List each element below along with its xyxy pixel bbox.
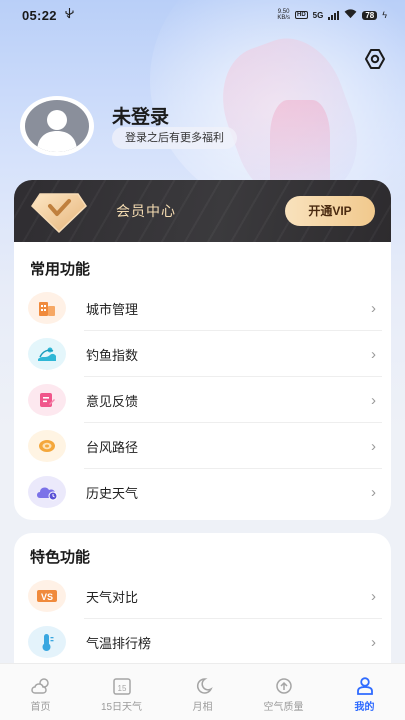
tab-label: 我的 [354,702,375,713]
moon-icon [192,676,214,696]
city-icon [28,292,66,324]
tab-label: 首页 [30,702,51,713]
chevron-right-icon: › [371,437,376,455]
tab-home[interactable]: 首页 [0,664,81,720]
status-time: 05:22 [22,7,57,23]
chevron-right-icon: › [371,587,376,605]
vip-title: 会员中心 [116,203,176,219]
hd-icon: HD [294,11,308,19]
battery-icon: 78 [362,10,378,20]
list-item-fishing-index[interactable]: 钓鱼指数 › [28,331,382,377]
charging-icon: ϟ [382,10,387,20]
typhoon-icon [28,430,66,462]
vip-banner[interactable]: 会员中心 开通VIP [14,180,391,246]
special-functions-card: 特色功能 VS 天气对比 › 气温排行榜 › [14,533,391,663]
tab-label: 空气质量 [263,702,304,713]
signal-icon [328,10,340,20]
net-speed: 9.50 KB/s [277,9,290,21]
usb-icon [65,8,74,22]
list-item-feedback[interactable]: 意见反馈 › [28,377,382,423]
chevron-right-icon: › [371,633,376,651]
open-vip-button[interactable]: 开通VIP [285,196,375,226]
wifi-icon [344,9,357,21]
chevron-right-icon: › [371,391,376,409]
home-weather-icon [30,676,52,696]
air-quality-icon [273,676,295,696]
list-item-weather-compare[interactable]: VS 天气对比 › [28,573,382,619]
list-item-history-weather[interactable]: 历史天气 › [28,469,378,515]
user-icon [354,676,376,696]
profile-section[interactable]: 未登录 登录之后有更多福利 [20,96,380,156]
chevron-right-icon: › [371,299,376,317]
tab-label: 月相 [192,702,213,713]
network-type: 5G [312,10,324,20]
history-weather-icon [28,476,66,508]
thermometer-icon [28,626,66,658]
chevron-right-icon: › [371,345,376,363]
tab-15-day[interactable]: 15 15日天气 [81,664,162,720]
tab-moon-phase[interactable]: 月相 [162,664,243,720]
calendar-15-icon: 15 [111,676,133,696]
vip-badge-icon [26,184,92,236]
list-item-label: 历史天气 [86,485,139,501]
feedback-icon [28,384,66,416]
settings-gear-icon[interactable] [362,46,388,72]
chevron-right-icon: › [371,483,376,501]
avatar-placeholder-icon [25,100,89,152]
vs-icon: VS [28,580,66,612]
login-subtitle[interactable]: 登录之后有更多福利 [112,127,237,149]
list-item-label: 天气对比 [86,589,139,605]
special-functions-title: 特色功能 [30,549,91,566]
list-item-temperature-ranking[interactable]: 气温排行榜 › [28,619,378,665]
avatar[interactable] [20,96,94,156]
list-item-typhoon-path[interactable]: 台风路径 › [28,423,382,469]
list-item-label: 气温排行榜 [86,635,152,651]
status-bar: 05:22 9.50 KB/s HD 5G 78 ϟ [0,0,405,30]
list-item-label: 台风路径 [86,439,139,455]
tab-mine[interactable]: 我的 [324,664,405,720]
list-item-label: 钓鱼指数 [86,347,139,363]
list-item-label: 城市管理 [86,301,139,317]
common-functions-title: 常用功能 [30,261,91,278]
common-functions-card: 常用功能 城市管理 › 钓鱼指数 › 意见反馈 › 台风路径 › 历史天气 › [14,242,391,520]
calendar-number: 15 [117,684,126,693]
list-item-city-management[interactable]: 城市管理 › [28,285,382,331]
list-item-label: 意见反馈 [86,393,139,409]
fishing-icon [28,338,66,370]
bottom-tab-bar: 首页 15 15日天气 月相 空气质量 我的 [0,663,405,720]
svg-text:VS: VS [41,592,53,602]
tab-air-quality[interactable]: 空气质量 [243,664,324,720]
tab-label: 15日天气 [100,702,143,713]
login-title[interactable]: 未登录 [112,102,169,129]
net-speed-unit: KB/s [277,15,290,21]
